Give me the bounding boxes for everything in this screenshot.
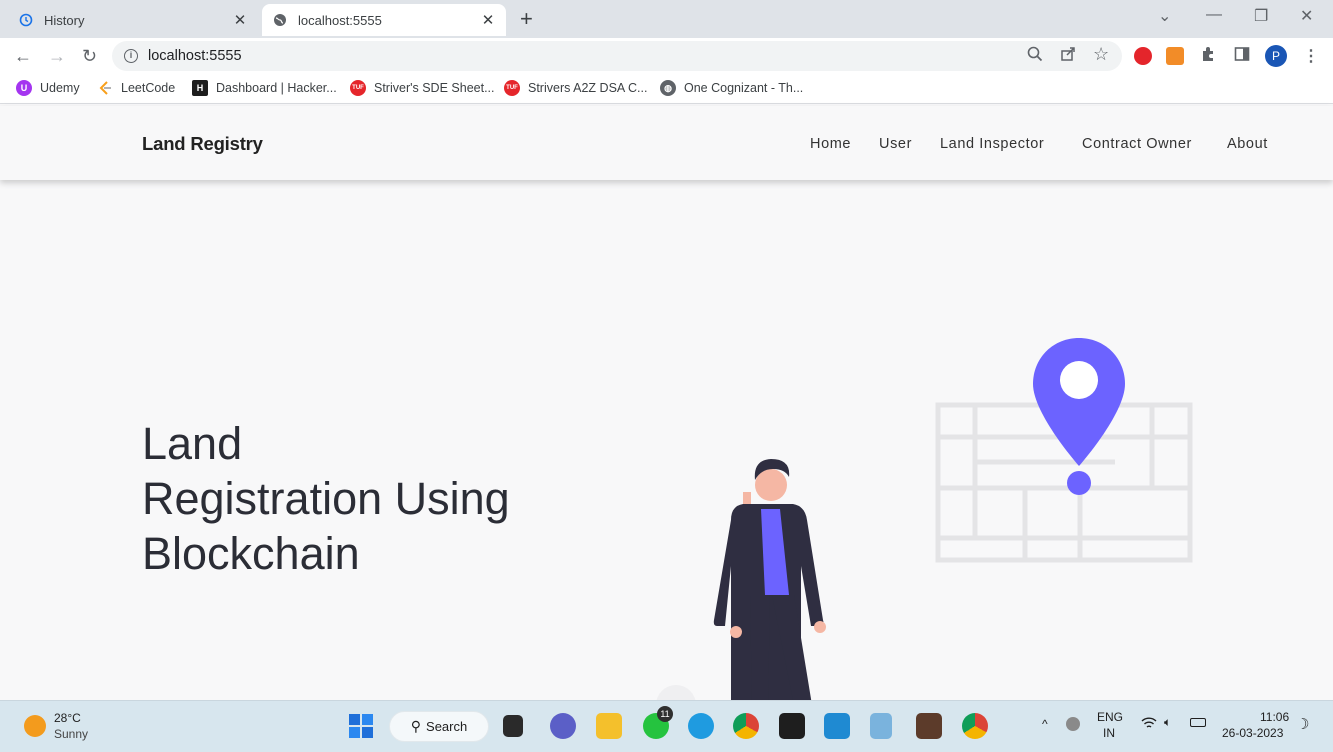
weather-condition[interactable]: Sunny xyxy=(54,727,88,741)
teams-chat-icon[interactable] xyxy=(550,713,576,739)
language-label[interactable]: ENG xyxy=(1097,710,1123,724)
bookmark-hackerrank[interactable]: H Dashboard | Hacker... xyxy=(192,80,337,96)
site-navbar: Land Registry Home User Land Inspector C… xyxy=(0,106,1333,180)
tab-history[interactable]: History ✕ xyxy=(8,4,258,36)
profile-avatar[interactable]: P xyxy=(1265,45,1287,67)
battery-icon[interactable] xyxy=(1190,718,1206,727)
tuf-icon: TUF xyxy=(504,80,520,96)
show-hidden-icons[interactable]: ^ xyxy=(1042,717,1048,731)
minimize-icon[interactable]: — xyxy=(1206,6,1222,24)
bookmark-one-cognizant[interactable]: ◍ One Cognizant - Th... xyxy=(660,80,803,96)
tab-title: History xyxy=(44,12,85,28)
bookmark-star-icon[interactable]: ☆ xyxy=(1093,44,1109,65)
bookmark-label: Udemy xyxy=(40,81,80,95)
tuf-icon: TUF xyxy=(350,80,366,96)
search-icon: ⚲ xyxy=(410,718,422,734)
bookmarks-bar: U Udemy LeetCode H Dashboard | Hacker...… xyxy=(0,74,1333,104)
hero-line-3: Blockchain xyxy=(142,528,360,579)
bookmark-label: One Cognizant - Th... xyxy=(684,81,804,95)
bookmark-striver-a2z[interactable]: TUF Strivers A2Z DSA C... xyxy=(504,80,647,96)
terminal-icon[interactable] xyxy=(779,713,805,739)
clock-time[interactable]: 11:06 xyxy=(1260,710,1289,724)
bookmark-label: LeetCode xyxy=(121,81,176,95)
sun-icon[interactable] xyxy=(24,715,46,737)
nav-user[interactable]: User xyxy=(879,136,912,152)
new-tab-button[interactable]: + xyxy=(520,6,533,32)
vscode-icon[interactable] xyxy=(824,713,850,739)
close-tab-icon[interactable]: ✕ xyxy=(480,11,496,29)
zoom-icon[interactable] xyxy=(1027,46,1043,67)
opera-icon[interactable] xyxy=(1134,47,1152,65)
location-pin-icon xyxy=(1033,338,1125,495)
taskbar-search[interactable]: ⚲ Search xyxy=(389,711,489,742)
volume-icon[interactable]: 🔈︎ xyxy=(1164,715,1171,730)
site-brand[interactable]: Land Registry xyxy=(142,133,263,155)
tab-localhost[interactable]: localhost:5555 ✕ xyxy=(262,4,506,36)
notepad-icon[interactable] xyxy=(870,713,892,739)
site-info-icon[interactable]: i xyxy=(124,49,138,63)
forward-icon[interactable]: → xyxy=(48,44,66,68)
hero-section: Land Registration Using Blockchain xyxy=(0,180,1333,700)
bookmark-label: Dashboard | Hacker... xyxy=(216,81,337,95)
nav-home[interactable]: Home xyxy=(810,136,851,152)
bookmark-label: Strivers A2Z DSA C... xyxy=(528,81,648,95)
wifi-icon[interactable] xyxy=(1141,716,1157,733)
nav-about[interactable]: About xyxy=(1227,136,1268,152)
nav-land-inspector[interactable]: Land Inspector xyxy=(940,136,1044,152)
globe-icon xyxy=(272,12,288,28)
hero-heading: Land Registration Using Blockchain xyxy=(142,416,510,581)
bookmark-udemy[interactable]: U Udemy xyxy=(16,80,80,96)
bookmark-label: Striver's SDE Sheet... xyxy=(374,81,495,95)
leetcode-icon xyxy=(97,80,113,96)
file-explorer-icon[interactable] xyxy=(596,713,622,739)
edge-icon[interactable] xyxy=(688,713,714,739)
menu-kebab-icon[interactable]: ⋮ xyxy=(1303,46,1319,66)
windows-taskbar: 28°C Sunny ⚲ Search 11 ^ ENG IN 🔈︎ 11:06… xyxy=(0,700,1333,752)
whatsapp-icon[interactable]: 11 xyxy=(643,706,673,739)
search-label: Search xyxy=(426,719,468,734)
reload-icon[interactable]: ↻ xyxy=(82,44,97,68)
extensions-icon[interactable] xyxy=(1200,46,1216,67)
hero-line-1: Land xyxy=(142,418,243,469)
close-tab-icon[interactable]: ✕ xyxy=(232,11,248,29)
scroll-indicator xyxy=(656,685,696,700)
maximize-icon[interactable]: ❐ xyxy=(1254,6,1268,26)
browser-tab-strip: History ✕ localhost:5555 ✕ + ⌄ — ❐ ✕ xyxy=(0,0,1333,38)
region-label[interactable]: IN xyxy=(1103,726,1115,740)
person-illustration xyxy=(713,459,826,700)
whatsapp-badge: 11 xyxy=(657,706,673,722)
task-view-icon[interactable] xyxy=(503,715,523,737)
weather-temperature[interactable]: 28°C xyxy=(54,711,81,725)
onedrive-icon[interactable] xyxy=(1066,717,1080,731)
bookmark-leetcode[interactable]: LeetCode xyxy=(97,80,175,96)
app-package-icon[interactable] xyxy=(916,713,942,739)
udemy-icon: U xyxy=(16,80,32,96)
metamask-icon[interactable] xyxy=(1166,47,1184,65)
back-icon[interactable]: ← xyxy=(14,44,32,68)
address-bar[interactable]: i localhost:5555 xyxy=(112,41,1122,71)
chrome-profile-icon[interactable] xyxy=(962,713,988,739)
close-window-icon[interactable]: ✕ xyxy=(1300,6,1313,26)
hackerrank-icon: H xyxy=(192,80,208,96)
clock-date[interactable]: 26-03-2023 xyxy=(1222,726,1283,740)
chrome-icon[interactable] xyxy=(733,713,759,739)
tab-title: localhost:5555 xyxy=(298,12,382,28)
share-icon[interactable] xyxy=(1060,46,1076,67)
hero-line-2: Registration Using xyxy=(142,473,510,524)
history-icon xyxy=(18,12,34,28)
bookmark-striver-sde[interactable]: TUF Striver's SDE Sheet... xyxy=(350,80,494,96)
tab-search-icon[interactable]: ⌄ xyxy=(1158,6,1171,26)
windows-start-icon[interactable] xyxy=(348,713,374,739)
globe-icon: ◍ xyxy=(660,80,676,96)
browser-toolbar: ← → ↻ i localhost:5555 ☆ ⋮ xyxy=(0,38,1333,74)
address-url: localhost:5555 xyxy=(148,48,242,64)
nav-contract-owner[interactable]: Contract Owner xyxy=(1082,136,1192,152)
focus-moon-icon[interactable]: ☽ xyxy=(1296,715,1309,733)
side-panel-icon[interactable] xyxy=(1234,46,1250,67)
